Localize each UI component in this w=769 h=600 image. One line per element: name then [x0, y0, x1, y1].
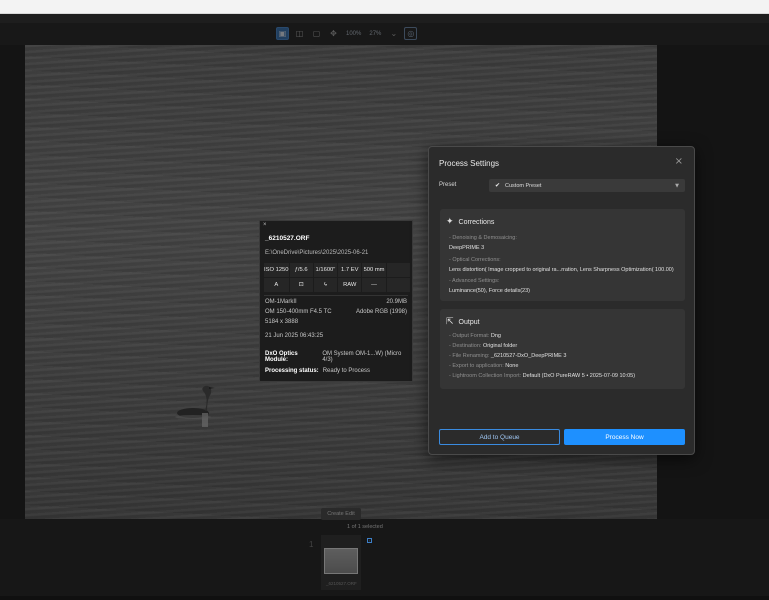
preset-label: Preset: [439, 182, 457, 188]
info-module-label: DxO Optics Module:: [265, 351, 298, 363]
viewer-tools: ▣ ◫ ▢ ✥ 100% 27% ⌄ ◎: [276, 27, 418, 40]
filmstrip-panel: [0, 519, 769, 600]
info-divider: [264, 295, 408, 296]
renaming-label: - File Renaming:: [449, 353, 490, 359]
info-path: E:\OneDrive\Pictures\2025\2025-06-21: [265, 250, 369, 256]
renaming-line: - File Renaming: _6210527-DxO_DeepPRIME …: [449, 353, 566, 359]
export-app-value: None: [505, 363, 519, 369]
selection-count: 1 of 1 selected: [347, 524, 383, 530]
bird-in-water-image: [175, 385, 215, 427]
zoom-level-label[interactable]: 27%: [367, 31, 383, 37]
destination-value: Original folder: [482, 343, 518, 349]
export-app-label: - Export to application:: [449, 363, 504, 369]
export-icon: ⇱: [446, 317, 454, 327]
create-edit-tooltip: Create Edit: [321, 508, 361, 520]
corrections-title: Corrections: [458, 218, 495, 226]
info-camera: OM-1MarkII: [265, 299, 297, 305]
thumbnail-index: 1: [309, 540, 314, 549]
info-size: 20.9MB: [386, 299, 407, 305]
corrections-section: ✦ Corrections - Denoising & Demosaicing:…: [440, 209, 685, 301]
optical-value: Lens distortion( Image cropped to origin…: [449, 267, 674, 273]
zoom-dropdown-icon[interactable]: ⌄: [387, 27, 400, 40]
info-status-label: Processing status:: [265, 368, 319, 374]
zoom-fit-label[interactable]: 100%: [344, 31, 363, 37]
dialog-title: Process Settings: [439, 159, 500, 168]
app-menu-bar: [0, 14, 769, 23]
compare-view-icon[interactable]: ◫: [293, 27, 306, 40]
info-colorspace: Adobe RGB (1998): [355, 309, 407, 315]
output-format-label: - Output Format:: [449, 333, 490, 339]
metering-icon: ⊡: [289, 278, 313, 292]
optical-label: - Optical Corrections:: [449, 257, 501, 263]
exif-dash: —: [362, 278, 386, 292]
info-row-dims: 5184 x 3888: [265, 319, 407, 325]
exif-empty-2: [386, 278, 410, 292]
info-lens: OM 150-400mm F4.5 TC: [265, 309, 332, 315]
move-icon[interactable]: ✥: [327, 27, 340, 40]
lightroom-value: Default (DxO PureRAW 5 • 2025-07-09 10:0…: [522, 373, 636, 379]
single-view-icon[interactable]: ▣: [276, 27, 289, 40]
add-to-queue-button[interactable]: Add to Queue: [439, 429, 560, 445]
process-settings-dialog: Process Settings × Preset ✔ Custom Prese…: [428, 146, 695, 455]
exif-aperture: ƒ/5.6: [289, 263, 313, 277]
check-icon: ✔: [495, 182, 501, 189]
exif-iso: ISO 1250: [264, 263, 289, 277]
chevron-down-icon: ▼: [675, 182, 679, 189]
exif-empty: [386, 263, 410, 277]
loupe-icon[interactable]: ◎: [404, 27, 418, 40]
info-status-value: Ready to Process: [322, 368, 371, 374]
advanced-value: Luminance(50), Force details(23): [449, 288, 531, 294]
lightroom-label: - Lightroom Collection Import:: [449, 373, 522, 379]
exif-exposure: 1.7 EV: [338, 263, 362, 277]
output-format-value: Dng: [490, 333, 501, 339]
renaming-value: _6210527-DxO_DeepPRIME 3: [490, 353, 567, 359]
info-module-value: OM System OM-1...W) (Micro 4/3): [322, 351, 402, 363]
destination-label: - Destination:: [449, 343, 482, 349]
destination-line: - Destination: Original folder: [449, 343, 517, 349]
thumbnail-filename: _6210527.ORF: [326, 581, 357, 586]
info-close-icon[interactable]: ×: [263, 222, 267, 228]
preset-value: Custom Preset: [505, 182, 542, 189]
status-bar: [0, 596, 769, 600]
image-info-panel: × _6210527.ORF E:\OneDrive\Pictures\2025…: [259, 220, 413, 382]
thumbnail-image[interactable]: [324, 548, 358, 574]
info-row-date: 21 Jun 2025 06:43:25: [265, 333, 407, 339]
info-row-status: Processing status: Ready to Process: [265, 368, 407, 374]
exif-mode: A: [264, 278, 289, 292]
info-datetime: 21 Jun 2025 06:43:25: [265, 333, 324, 339]
denoise-label: - Denoising & Demosaicing:: [449, 235, 517, 241]
info-row-module: DxO Optics Module: OM System OM-1...W) (…: [265, 351, 407, 363]
process-now-button[interactable]: Process Now: [564, 429, 685, 445]
exif-shutter: 1/1600": [313, 263, 338, 277]
corrections-header: ✦ Corrections: [446, 217, 494, 227]
exif-grid: ISO 1250 ƒ/5.6 1/1600" 1.7 EV 500 mm A ⊡…: [264, 263, 410, 292]
window-title-bar: [0, 0, 769, 14]
dialog-close-icon[interactable]: ×: [675, 156, 683, 167]
sparkles-icon: ✦: [446, 217, 454, 227]
thumbnail-select-icon[interactable]: ▫: [367, 538, 372, 543]
advanced-label: - Advanced Settings:: [449, 278, 500, 284]
info-row-camera: OM-1MarkII 20.9MB: [265, 299, 407, 305]
output-title: Output: [458, 318, 480, 326]
split-view-icon[interactable]: ▢: [310, 27, 323, 40]
info-row-lens: OM 150-400mm F4.5 TC Adobe RGB (1998): [265, 309, 407, 315]
output-header: ⇱ Output: [446, 317, 480, 327]
info-dimensions: 5184 x 3888: [265, 319, 299, 325]
output-section: ⇱ Output - Output Format: Dng - Destinat…: [440, 309, 685, 389]
denoise-value: DeepPRIME 3: [449, 245, 485, 251]
exif-format: RAW: [338, 278, 362, 292]
exif-focal: 500 mm: [362, 263, 386, 277]
lightroom-line: - Lightroom Collection Import: Default (…: [449, 373, 635, 379]
flash-icon: ϟ: [313, 278, 338, 292]
info-filename: _6210527.ORF: [265, 235, 310, 242]
export-app-line: - Export to application: None: [449, 363, 518, 369]
preset-select[interactable]: ✔ Custom Preset ▼: [489, 179, 685, 192]
viewer-toolbar: ▣ ◫ ▢ ✥ 100% 27% ⌄ ◎: [0, 23, 769, 45]
output-format-line: - Output Format: Dng: [449, 333, 501, 339]
